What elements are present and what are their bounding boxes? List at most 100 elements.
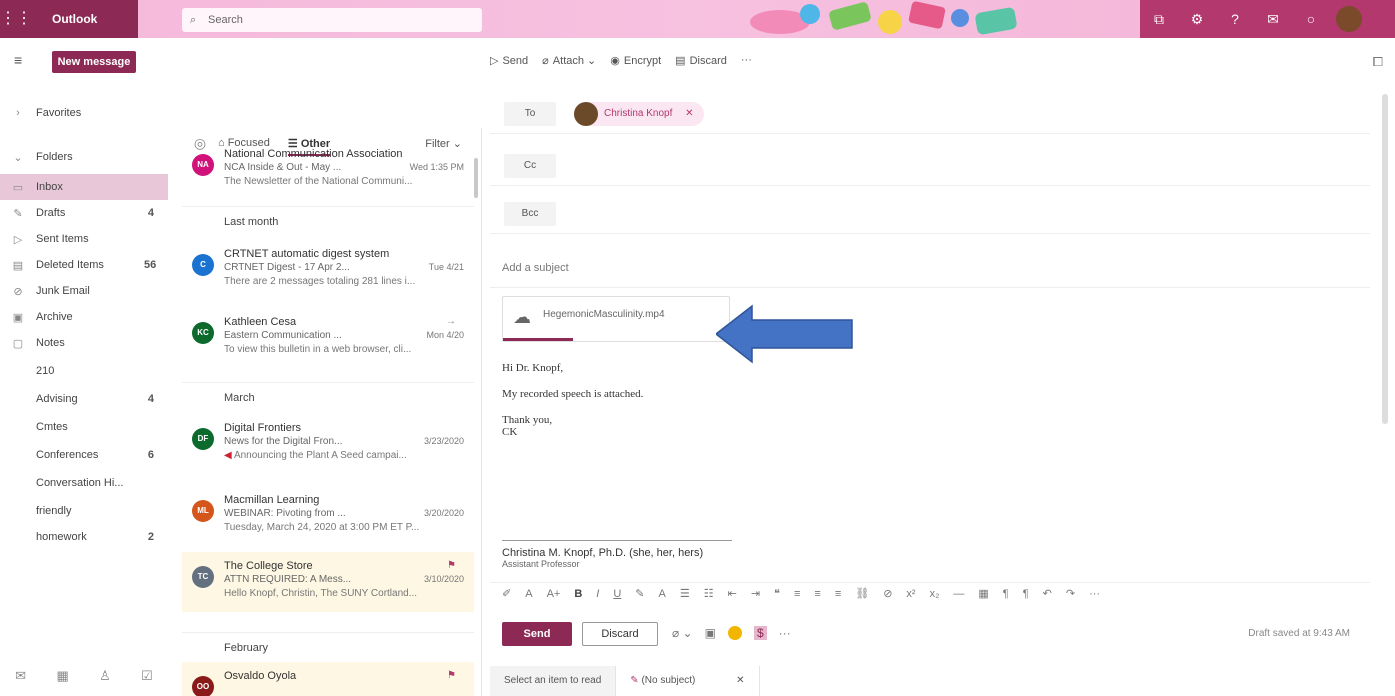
search-input[interactable]: ⌕ Search (182, 8, 482, 32)
flag-icon[interactable]: ⚑ (447, 560, 456, 571)
bullets-icon[interactable]: ☰ (680, 587, 690, 600)
nav-folder-friendly[interactable]: friendly (0, 498, 168, 524)
app-launcher-icon[interactable]: ⋮⋮⋮ (0, 0, 48, 38)
nav-favorites[interactable]: › Favorites (0, 100, 168, 126)
list-item[interactable]: KC Kathleen Cesa Eastern Communication .… (182, 308, 474, 368)
underline-icon[interactable]: U (613, 588, 621, 600)
undo-icon[interactable]: ↶ (1043, 587, 1052, 600)
send-toolbar-button[interactable]: ▷ Send (490, 54, 528, 67)
nav-inbox[interactable]: ▭ Inbox (0, 174, 168, 200)
redo-icon[interactable]: ↷ (1066, 587, 1075, 600)
nav-deleted-items[interactable]: ▤ Deleted Items 56 (0, 252, 168, 278)
subscript-icon[interactable]: x₂ (930, 588, 940, 600)
sensitivity-icon[interactable]: $ (753, 626, 767, 640)
help-icon[interactable]: ? (1216, 0, 1254, 38)
draft-saved-status: Draft saved at 9:43 AM (1248, 628, 1350, 639)
list-item[interactable]: C CRTNET automatic digest system CRTNET … (182, 240, 474, 300)
font-size-icon[interactable]: A (525, 588, 532, 600)
popout-icon[interactable]: ⧠ (1373, 54, 1383, 70)
remove-recipient-icon[interactable]: ✕ (685, 108, 693, 119)
tasks-icon[interactable]: ☑ (141, 668, 153, 684)
nav-folder-210[interactable]: 210 (0, 358, 168, 384)
align-center-icon[interactable]: ≡ (814, 588, 820, 600)
font-color-icon[interactable]: A (659, 588, 666, 600)
superscript-icon[interactable]: x² (906, 588, 915, 600)
nav-folder-cmtes[interactable]: Cmtes (0, 414, 168, 440)
nav-folders[interactable]: ⌄ Folders (0, 144, 168, 170)
user-avatar[interactable] (1336, 6, 1362, 32)
close-icon[interactable]: ✕ (736, 675, 744, 686)
feedback-icon[interactable]: ✉ (1254, 0, 1292, 38)
attach-icon[interactable]: ⌀ ⌄ (672, 626, 693, 640)
list-item[interactable]: NA National Communication Association NC… (182, 140, 474, 200)
italic-icon[interactable]: I (596, 588, 599, 600)
attachment-card[interactable]: ☁ HegemonicMasculinity.mp4 (502, 296, 730, 342)
align-right-icon[interactable]: ≡ (835, 588, 841, 600)
nav-folder-conferences[interactable]: Conferences 6 (0, 442, 168, 468)
outdent-icon[interactable]: ⇤ (728, 587, 737, 600)
emoji-icon[interactable] (727, 626, 742, 640)
table-icon[interactable]: ▦ (978, 587, 988, 600)
align-left-icon[interactable]: ≡ (794, 588, 800, 600)
font-size-up-icon[interactable]: A+ (547, 588, 561, 600)
send-icon: ▷ (13, 233, 23, 246)
send-button[interactable]: Send (502, 622, 572, 646)
nav-drafts[interactable]: ✎ Drafts 4 (0, 200, 168, 226)
highlight-icon[interactable]: ✎ (635, 587, 644, 600)
more-actions-icon[interactable]: ··· (779, 626, 791, 640)
tab-reading-pane[interactable]: Select an item to read (490, 666, 617, 696)
list-item[interactable]: ML Macmillan Learning WEBINAR: Pivoting … (182, 486, 474, 546)
mail-icon[interactable]: ✉ (15, 668, 26, 684)
send-icon: ▷ (490, 55, 499, 67)
more-formatting-icon[interactable]: ··· (1089, 588, 1100, 600)
bold-icon[interactable]: B (574, 588, 582, 600)
tab-draft[interactable]: ✎ (No subject) ✕ (616, 666, 760, 696)
nav-archive[interactable]: ▣ Archive (0, 304, 168, 330)
subject-input[interactable]: Add a subject (490, 248, 1370, 288)
recipient-chip[interactable]: Christina Knopf ✕ (574, 102, 704, 126)
compose-actions: Send Discard ⌀ ⌄ ▣ $ ··· Draft saved at … (490, 618, 1370, 648)
list-scrollbar[interactable] (474, 158, 478, 198)
attach-toolbar-button[interactable]: ⌀ Attach ⌄ (542, 54, 596, 67)
nav-folder-conversation-history[interactable]: Conversation Hi... (0, 470, 168, 496)
nav-notes[interactable]: ▢ Notes (0, 330, 168, 356)
list-item[interactable]: TC The College Store ⚑ ATTN REQUIRED: A … (182, 552, 474, 612)
cc-row[interactable]: Cc (490, 146, 1370, 186)
skype-icon[interactable]: ○ (1292, 0, 1330, 38)
discard-button[interactable]: Discard (582, 622, 658, 646)
meet-now-icon[interactable]: ⧉ (1140, 0, 1178, 38)
more-toolbar-button[interactable]: ··· (741, 54, 752, 67)
link-icon[interactable]: ⛓ (855, 587, 869, 600)
to-button[interactable]: To (504, 102, 556, 126)
app-brand[interactable]: Outlook (38, 0, 138, 38)
bcc-button[interactable]: Bcc (504, 202, 556, 226)
unlink-icon[interactable]: ⊘ (883, 587, 892, 600)
ltr-icon[interactable]: ¶ (1003, 588, 1009, 600)
strikethrough-icon[interactable]: — (953, 588, 964, 600)
list-item[interactable]: DF Digital Frontiers News for the Digita… (182, 414, 474, 474)
bcc-row[interactable]: Bcc (490, 194, 1370, 234)
list-item[interactable]: OO Osvaldo Oyola ⚑ (182, 662, 474, 696)
format-painter-icon[interactable]: ✐ (502, 587, 511, 600)
avatar: ML (192, 500, 214, 522)
nav-folder-homework[interactable]: homework 2 (0, 524, 168, 550)
encrypt-toolbar-button[interactable]: ◉ Encrypt (610, 54, 661, 67)
nav-sent-items[interactable]: ▷ Sent Items (0, 226, 168, 252)
people-icon[interactable]: ♙ (99, 668, 111, 684)
discard-toolbar-button[interactable]: ▤ Discard (675, 54, 727, 67)
calendar-icon[interactable]: ▦ (56, 668, 68, 684)
hamburger-icon[interactable]: ≡ (14, 52, 22, 68)
compose-scrollbar[interactable] (1382, 94, 1388, 424)
image-icon[interactable]: ▣ (705, 626, 716, 640)
nav-folder-advising[interactable]: Advising 4 (0, 386, 168, 412)
settings-icon[interactable]: ⚙ (1178, 0, 1216, 38)
new-message-button[interactable]: New message (52, 51, 136, 73)
quote-icon[interactable]: ❝ (774, 587, 780, 600)
numbering-icon[interactable]: ☷ (704, 587, 714, 600)
message-body[interactable]: Hi Dr. Knopf, My recorded speech is atta… (502, 362, 1352, 452)
cc-button[interactable]: Cc (504, 154, 556, 178)
indent-icon[interactable]: ⇥ (751, 587, 760, 600)
nav-junk-email[interactable]: ⊘ Junk Email (0, 278, 168, 304)
rtl-icon[interactable]: ¶ (1023, 588, 1029, 600)
flag-icon[interactable]: ⚑ (447, 670, 456, 681)
